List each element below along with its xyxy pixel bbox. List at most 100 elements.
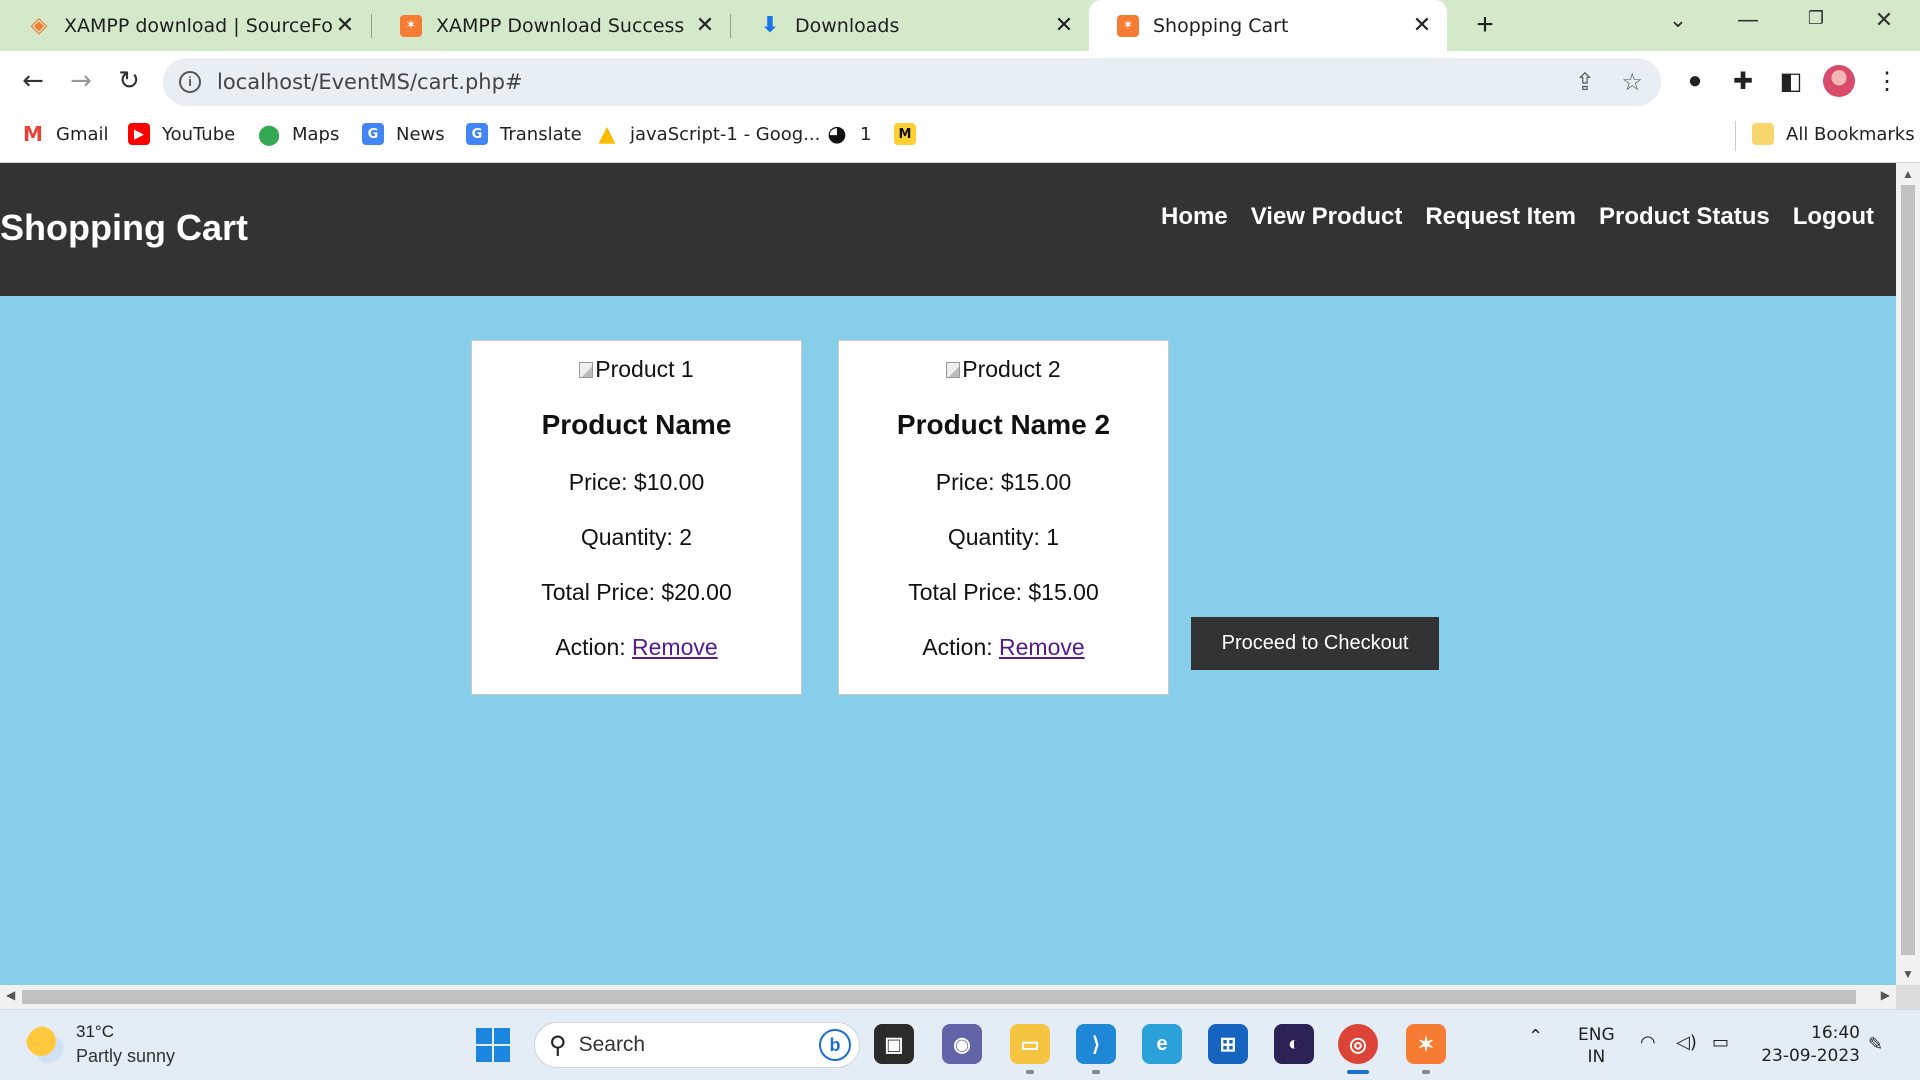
tab-xampp-sourceforge[interactable]: ◈ XAMPP download | SourceForge. ✕ — [0, 0, 370, 51]
scroll-right-arrow-icon[interactable]: ▶ — [1881, 988, 1890, 1002]
product-image-alt: Product 1 — [595, 356, 694, 382]
profile-avatar[interactable] — [1823, 65, 1855, 97]
nav-home-link[interactable]: Home — [1161, 203, 1228, 231]
news-icon: G — [362, 123, 384, 145]
nav-view-product-link[interactable]: View Product — [1251, 203, 1403, 231]
wifi-icon[interactable]: ◠ — [1640, 1032, 1656, 1053]
notification-bell-icon[interactable]: ✎ — [1868, 1034, 1883, 1055]
address-bar[interactable]: i localhost/EventMS/cart.php# ⇪ ☆ — [163, 58, 1661, 106]
scroll-down-arrow-icon[interactable]: ▼ — [1896, 967, 1920, 981]
bookmarks-separator — [1735, 121, 1736, 151]
forward-arrow-icon[interactable]: → — [64, 65, 98, 99]
extensions-puzzle-icon[interactable]: ✚ — [1728, 67, 1758, 97]
bookmark-news[interactable]: G News — [362, 123, 445, 145]
product-total-price: Total Price: $20.00 — [541, 579, 732, 605]
tab-search-chevron-icon[interactable]: ⌄ — [1650, 8, 1706, 42]
running-indicator — [1092, 1070, 1100, 1074]
site-header: Shopping Cart Home View Product Request … — [0, 163, 1896, 296]
partly-sunny-weather-icon[interactable] — [26, 1026, 64, 1064]
bookmark-translate[interactable]: G Translate — [466, 123, 582, 145]
gmail-icon: M — [23, 122, 43, 146]
volume-icon[interactable]: ◁) — [1676, 1032, 1697, 1053]
close-icon[interactable]: ✕ — [334, 13, 356, 38]
bookmark-youtube[interactable]: ▶ YouTube — [128, 123, 235, 145]
page-title: Shopping Cart — [0, 207, 248, 248]
bookmark-label: Translate — [500, 123, 582, 145]
vertical-scrollbar[interactable]: ▲ ▼ — [1896, 163, 1920, 985]
bookmark-label: All Bookmarks — [1786, 123, 1915, 145]
scroll-left-arrow-icon[interactable]: ◀ — [6, 988, 15, 1002]
bing-icon[interactable]: b — [819, 1029, 851, 1061]
tab-xampp-download-success[interactable]: ✶ XAMPP Download Success ✕ — [372, 0, 730, 51]
teams-chat-icon[interactable]: ◉ — [942, 1024, 982, 1064]
nav-product-status-link[interactable]: Product Status — [1599, 203, 1770, 231]
taskbar-search[interactable]: ⚲ Search b — [534, 1022, 860, 1068]
more-menu-icon[interactable]: ⋮ — [1872, 67, 1902, 97]
cart-item-card: Product 1 Product Name Price: $10.00 Qua… — [471, 340, 802, 695]
clock-date: 23-09-2023 — [1761, 1046, 1860, 1066]
xampp-icon[interactable]: ✶ — [1406, 1024, 1446, 1064]
bookmark-gmail[interactable]: M Gmail — [22, 122, 108, 146]
bookmark-miro[interactable]: M — [894, 123, 928, 145]
task-view-icon[interactable]: ▣ — [874, 1024, 914, 1064]
system-clock[interactable]: 16:40 23-09-2023 — [1761, 1022, 1860, 1068]
cart-item-card: Product 2 Product Name 2 Price: $15.00 Q… — [838, 340, 1169, 695]
reload-icon[interactable]: ↻ — [112, 65, 146, 99]
new-tab-plus-icon[interactable]: + — [1468, 9, 1502, 43]
site-info-icon[interactable]: i — [179, 71, 201, 93]
scroll-up-arrow-icon[interactable]: ▲ — [1896, 167, 1920, 181]
product-image: Product 2 — [839, 356, 1168, 383]
bookmark-label: javaScript-1 - Goog... — [630, 123, 821, 145]
action-label: Action: — [922, 634, 993, 660]
proceed-to-checkout-button[interactable]: Proceed to Checkout — [1191, 617, 1439, 670]
tab-downloads[interactable]: ⬇ Downloads ✕ — [731, 0, 1089, 51]
remove-link[interactable]: Remove — [632, 634, 718, 660]
window-close-icon[interactable]: ✕ — [1856, 8, 1912, 42]
edge-icon[interactable]: e — [1142, 1024, 1182, 1064]
horizontal-scroll-thumb[interactable] — [22, 990, 1856, 1004]
vertical-scroll-thumb[interactable] — [1901, 185, 1915, 955]
close-icon[interactable]: ✕ — [1411, 13, 1433, 38]
site-nav: Home View Product Request Item Product S… — [1138, 203, 1874, 231]
bookmark-javascript-1[interactable]: ▲ javaScript-1 - Goog... — [596, 122, 821, 147]
show-hidden-icons-chevron-icon[interactable]: ⌃ — [1528, 1026, 1543, 1047]
bookmark-label: Maps — [292, 123, 340, 145]
scrollbar-corner — [1896, 985, 1920, 1009]
weather-description[interactable]: Partly sunny — [76, 1046, 175, 1067]
chrome-icon[interactable]: ◎ — [1338, 1024, 1378, 1064]
address-url[interactable]: localhost/EventMS/cart.php# — [217, 70, 523, 94]
extension-blob-icon[interactable]: ● — [1680, 67, 1710, 97]
close-icon[interactable]: ✕ — [694, 13, 716, 38]
nav-request-item-link[interactable]: Request Item — [1425, 203, 1576, 231]
bookmark-maps[interactable]: ⬤ Maps — [257, 122, 340, 146]
close-icon[interactable]: ✕ — [1053, 13, 1075, 38]
side-panel-icon[interactable]: ◧ — [1776, 67, 1806, 97]
microsoft-store-icon[interactable]: ⊞ — [1208, 1024, 1248, 1064]
bookmark-globe[interactable]: ◕ 1 — [826, 122, 871, 147]
tab-shopping-cart[interactable]: ✶ Shopping Cart ✕ — [1089, 0, 1447, 51]
back-arrow-icon[interactable]: ← — [16, 65, 50, 99]
weather-temperature[interactable]: 31°C — [76, 1022, 114, 1042]
minimize-icon[interactable]: — — [1720, 8, 1776, 42]
horizontal-scrollbar[interactable]: ◀ ▶ — [0, 985, 1896, 1009]
eclipse-icon[interactable]: ◐ — [1274, 1024, 1314, 1064]
vscode-icon[interactable]: ⟩ — [1076, 1024, 1116, 1064]
page-viewport: Shopping Cart Home View Product Request … — [0, 163, 1896, 985]
tab-title: XAMPP download | SourceForge. — [64, 14, 334, 37]
restore-icon[interactable]: ❐ — [1788, 8, 1844, 42]
maps-icon: ⬤ — [257, 122, 281, 146]
action-label: Action: — [555, 634, 626, 660]
bookmark-all-bookmarks[interactable]: All Bookmarks — [1752, 123, 1915, 145]
language-indicator[interactable]: ENG IN — [1578, 1024, 1615, 1068]
product-quantity: Quantity: 1 — [947, 524, 1060, 550]
remove-link[interactable]: Remove — [999, 634, 1085, 660]
windows-start-icon[interactable] — [476, 1028, 510, 1062]
battery-icon[interactable]: ▭ — [1712, 1032, 1729, 1053]
running-indicator — [1026, 1070, 1034, 1074]
share-icon[interactable]: ⇪ — [1575, 68, 1595, 97]
xampp-icon: ✶ — [1117, 14, 1139, 37]
bookmark-star-icon[interactable]: ☆ — [1621, 68, 1643, 97]
broken-image-icon — [579, 361, 594, 378]
nav-logout-link[interactable]: Logout — [1793, 203, 1874, 231]
file-explorer-icon[interactable]: ▭ — [1010, 1024, 1050, 1064]
